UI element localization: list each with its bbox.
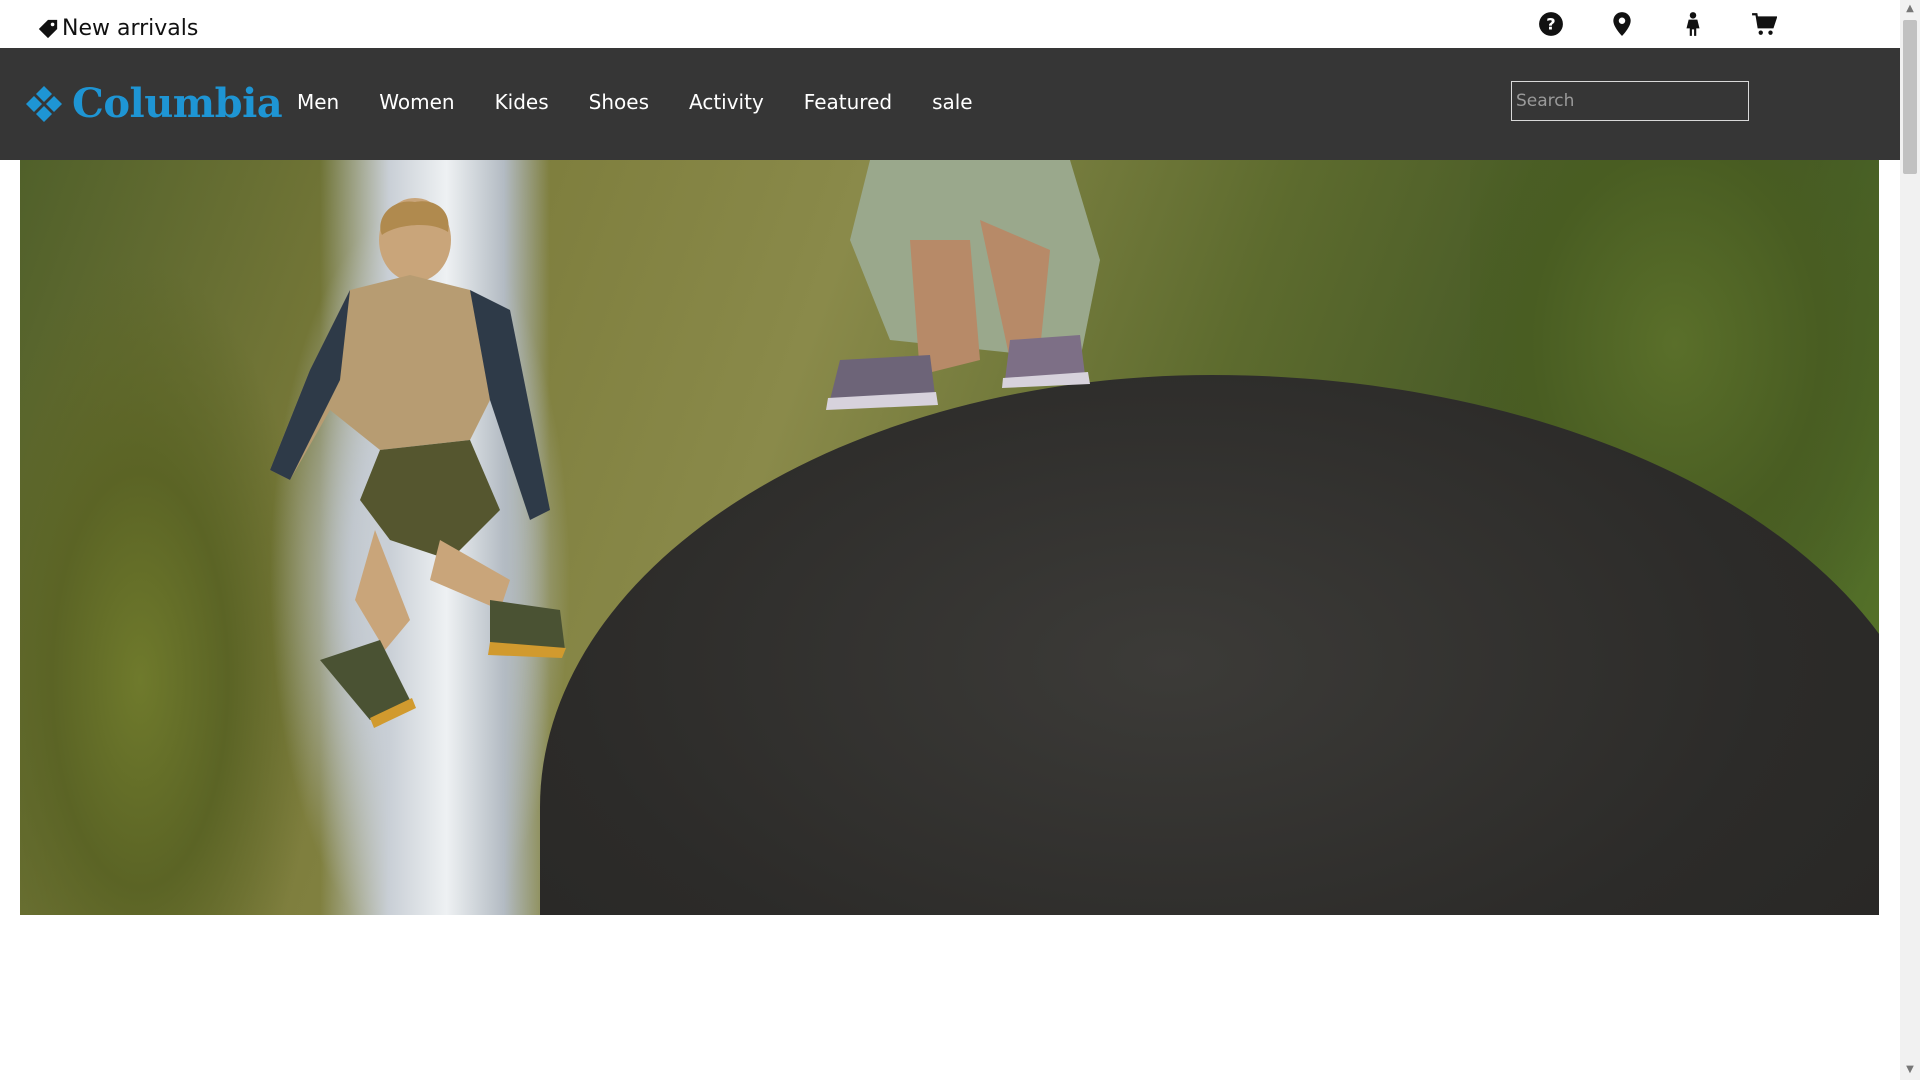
person-icon <box>1686 12 1699 36</box>
nav-link-activity[interactable]: Activity <box>689 90 764 114</box>
account-button[interactable] <box>1657 10 1728 38</box>
hiker-jumping <box>270 198 566 728</box>
help-icon: ? <box>1538 12 1563 36</box>
nav-link-sale[interactable]: sale <box>932 90 973 114</box>
nav-link-featured[interactable]: Featured <box>804 90 892 114</box>
new-arrivals-label: New arrivals <box>62 16 199 41</box>
nav-link-men[interactable]: Men <box>297 90 339 114</box>
scroll-up-arrow-icon[interactable]: ▲ <box>1904 3 1916 15</box>
utility-icons: ? <box>1515 10 1799 38</box>
columbia-logo[interactable]: Columbia <box>22 80 283 127</box>
primary-nav: Men Women Kides Shoes Activity Featured … <box>297 90 1013 114</box>
top-utility-bar: New arrivals ? <box>0 0 1900 48</box>
store-locator-button[interactable] <box>1586 10 1657 38</box>
tag-icon <box>38 19 58 38</box>
nav-link-kids[interactable]: Kides <box>495 90 549 114</box>
new-arrivals-link[interactable]: New arrivals <box>37 16 198 41</box>
nav-link-women[interactable]: Women <box>379 90 454 114</box>
columbia-diamond-logo-icon <box>26 85 62 122</box>
main-navbar: Columbia Men Women Kides Shoes Activity … <box>0 48 1900 160</box>
search-input[interactable] <box>1511 81 1749 121</box>
logo-wordmark: Columbia <box>72 80 283 127</box>
scrollbar-thumb[interactable] <box>1903 20 1917 174</box>
hero-image <box>20 160 1879 915</box>
scroll-down-arrow-icon[interactable]: ▼ <box>1904 1064 1916 1076</box>
help-button[interactable]: ? <box>1515 10 1586 38</box>
location-pin-icon <box>1612 12 1631 36</box>
nav-link-shoes[interactable]: Shoes <box>589 90 649 114</box>
cart-button[interactable] <box>1728 10 1799 38</box>
cart-icon <box>1751 13 1777 35</box>
svg-text:?: ? <box>1546 14 1555 33</box>
hiker-crouching <box>826 160 1100 410</box>
